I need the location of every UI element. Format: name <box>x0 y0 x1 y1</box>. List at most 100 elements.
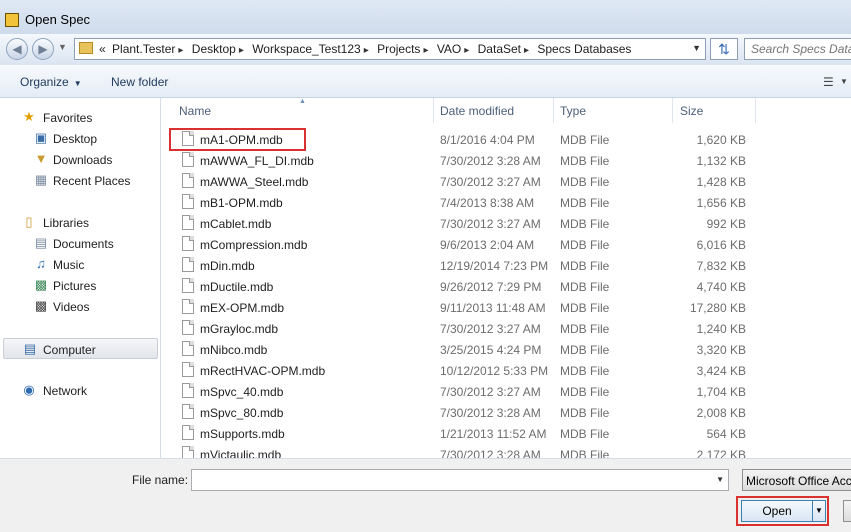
organize-button[interactable]: Organize ▼ <box>20 75 82 89</box>
chevron-right-icon[interactable]: ▸ <box>239 45 244 56</box>
file-row[interactable]: mRectHVAC-OPM.mdb 10/12/2012 5:33 PM MDB F… <box>161 360 851 381</box>
sidebar-item-recent-places[interactable]: ▦ Recent Places <box>0 170 160 191</box>
back-button[interactable]: ◀ <box>6 38 28 60</box>
breadcrumb-item[interactable]: Desktop <box>192 42 236 56</box>
breadcrumb-item[interactable]: Specs Databases <box>537 42 631 56</box>
chevron-right-icon[interactable]: ▸ <box>423 45 428 56</box>
file-row[interactable]: mAWWA_FL_DI.mdb 7/30/2012 3:28 AM MDB File… <box>161 150 851 171</box>
sidebar-group-label: Favorites <box>43 111 93 125</box>
file-type-filter[interactable]: Microsoft Office Access <box>742 469 851 491</box>
file-row[interactable]: mCablet.mdb 7/30/2012 3:27 AM MDB File 992 … <box>161 213 851 234</box>
breadcrumb-item[interactable]: Workspace_Test123 <box>252 42 361 56</box>
file-name-input[interactable] <box>192 470 715 490</box>
folder-icon <box>79 42 93 54</box>
breadcrumb-item[interactable]: VAO <box>437 42 461 56</box>
chevron-down-icon[interactable]: ▼ <box>716 475 724 484</box>
column-divider[interactable] <box>755 98 756 123</box>
file-size: 3,424 KB <box>696 364 746 378</box>
file-size: 564 KB <box>706 427 746 441</box>
file-row[interactable]: mSpvc_80.mdb 7/30/2012 3:28 AM MDB File 2,0… <box>161 402 851 423</box>
column-header-row: ▲ Name Date modified Type Size <box>161 98 851 123</box>
file-size: 1,132 KB <box>696 154 746 168</box>
file-name: mDuctile.mdb <box>200 280 274 294</box>
videos-icon: ▩ <box>34 298 48 313</box>
file-name: mEX-OPM.mdb <box>200 301 285 315</box>
sidebar-item-downloads[interactable]: ▼ Downloads <box>0 149 160 170</box>
column-header-name[interactable]: Name <box>179 104 211 118</box>
column-divider[interactable] <box>553 98 554 123</box>
file-date: 7/30/2012 3:28 AM <box>440 406 541 420</box>
view-options-icon[interactable]: ☰ <box>823 75 834 89</box>
open-button[interactable]: Open <box>741 500 813 522</box>
chevron-right-icon[interactable]: ▸ <box>364 45 369 56</box>
file-type-filter-value: Microsoft Office Access <box>746 474 851 488</box>
file-name: mCablet.mdb <box>200 217 272 231</box>
sort-ascending-icon: ▲ <box>299 98 306 105</box>
open-split-dropdown[interactable]: ▼ <box>813 500 826 522</box>
file-date: 3/25/2015 4:24 PM <box>440 343 542 357</box>
file-date: 7/30/2012 3:27 AM <box>440 217 541 231</box>
file-type: MDB File <box>560 175 610 189</box>
breadcrumb-item[interactable]: Plant.Tester <box>112 42 175 56</box>
sidebar-item-desktop[interactable]: ▣ Desktop <box>0 128 160 149</box>
file-row[interactable]: mDin.mdb 12/19/2014 7:23 PM MDB File 7,832 … <box>161 255 851 276</box>
breadcrumb-overflow[interactable]: « <box>99 42 106 56</box>
column-divider[interactable] <box>672 98 673 123</box>
file-type: MDB File <box>560 322 610 336</box>
chevron-right-icon[interactable]: ▸ <box>178 45 183 56</box>
breadcrumb-item[interactable]: Projects <box>377 42 420 56</box>
sidebar-item-documents[interactable]: ▤ Documents <box>0 233 160 254</box>
file-name: mSpvc_40.mdb <box>200 385 284 399</box>
file-name: mGrayloc.mdb <box>200 322 279 336</box>
column-header-date[interactable]: Date modified <box>440 104 514 118</box>
file-icon <box>182 341 194 356</box>
new-folder-button[interactable]: New folder <box>111 75 168 89</box>
file-row[interactable]: mSupports.mdb 1/21/2013 11:52 AM MDB File 5… <box>161 423 851 444</box>
recent-locations-dropdown-icon[interactable]: ▼ <box>58 42 67 52</box>
column-header-type[interactable]: Type <box>560 104 586 118</box>
sidebar-group-favorites[interactable]: ★ Favorites <box>0 107 160 128</box>
search-input[interactable] <box>745 39 851 59</box>
file-type: MDB File <box>560 259 610 273</box>
file-icon <box>182 257 194 272</box>
file-row[interactable]: mNibco.mdb 3/25/2015 4:24 PM MDB File 3,320… <box>161 339 851 360</box>
chevron-down-icon: ▼ <box>815 506 823 515</box>
file-row[interactable]: mB1-OPM.mdb 7/4/2013 8:38 AM MDB File 1,656… <box>161 192 851 213</box>
file-row[interactable]: mVictaulic.mdb 7/30/2012 3:28 AM MDB File 2… <box>161 444 851 458</box>
chevron-right-icon[interactable]: ▸ <box>464 45 469 56</box>
file-icon <box>182 236 194 251</box>
file-row[interactable]: mDuctile.mdb 9/26/2012 7:29 PM MDB File 4,7… <box>161 276 851 297</box>
highlight-annotation <box>169 128 306 151</box>
column-header-size[interactable]: Size <box>680 104 703 118</box>
sidebar-item-pictures[interactable]: ▩ Pictures <box>0 275 160 296</box>
sidebar-item-computer[interactable]: ▤ Computer <box>3 338 158 359</box>
breadcrumb-item[interactable]: DataSet <box>478 42 521 56</box>
view-dropdown-icon[interactable]: ▼ <box>840 77 848 86</box>
chevron-right-icon[interactable]: ▸ <box>524 45 529 56</box>
sidebar-item-label: Pictures <box>53 279 97 293</box>
sidebar-item-music[interactable]: ♫ Music <box>0 254 160 275</box>
search-box[interactable] <box>744 38 851 60</box>
sidebar-item-videos[interactable]: ▩ Videos <box>0 296 160 317</box>
cancel-button[interactable] <box>843 500 851 522</box>
file-row[interactable]: mEX-OPM.mdb 9/11/2013 11:48 AM MDB File 17,… <box>161 297 851 318</box>
file-icon <box>182 278 194 293</box>
file-row[interactable]: mCompression.mdb 9/6/2013 2:04 AM MDB File… <box>161 234 851 255</box>
address-dropdown-icon[interactable]: ▼ <box>692 43 701 53</box>
file-name-combobox[interactable]: ▼ <box>191 469 729 491</box>
file-date: 9/11/2013 11:48 AM <box>440 301 546 315</box>
file-row[interactable]: mSpvc_40.mdb 7/30/2012 3:27 AM MDB File 1,7… <box>161 381 851 402</box>
file-row[interactable]: mGrayloc.mdb 7/30/2012 3:27 AM MDB File 1,2… <box>161 318 851 339</box>
sidebar-item-network[interactable]: ◉ Network <box>0 380 160 401</box>
file-name: mB1-OPM.mdb <box>200 196 283 210</box>
file-name: mAWWA_Steel.mdb <box>200 175 309 189</box>
breadcrumb: « Plant.Tester ▸ Desktop ▸ Workspace_Test1… <box>99 42 634 56</box>
sidebar-item-label: Computer <box>43 343 96 357</box>
sidebar-item-label: Recent Places <box>53 174 131 188</box>
column-divider[interactable] <box>433 98 434 123</box>
file-row[interactable]: mAWWA_Steel.mdb 7/30/2012 3:27 AM MDB File… <box>161 171 851 192</box>
sidebar-group-libraries[interactable]: ▯ Libraries <box>0 212 160 233</box>
forward-button[interactable]: ▶ <box>32 38 54 60</box>
refresh-button[interactable]: ⇅ <box>710 38 738 60</box>
address-bar[interactable]: « Plant.Tester ▸ Desktop ▸ Workspace_Test1… <box>74 38 706 60</box>
